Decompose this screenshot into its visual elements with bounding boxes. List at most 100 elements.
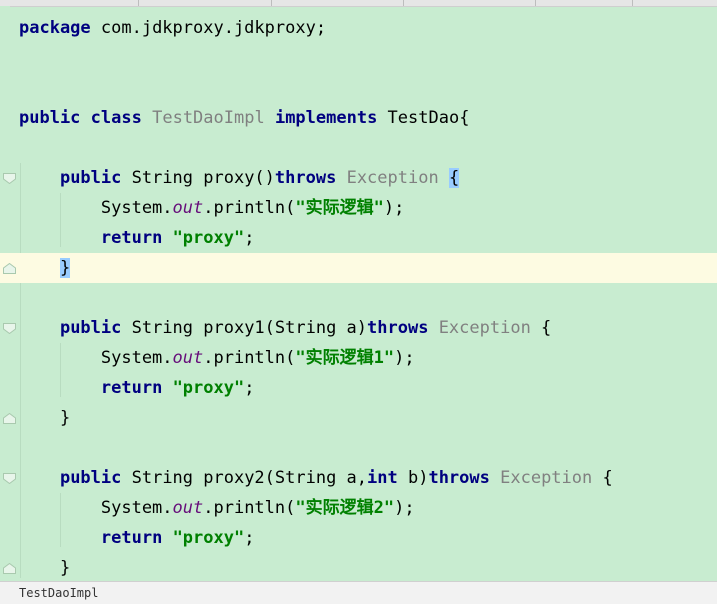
code-token: return	[100, 228, 163, 248]
fold-open-icon[interactable]	[3, 323, 16, 334]
code-token: public	[59, 168, 122, 188]
code-line[interactable]: System.out.println("实际逻辑");	[0, 193, 717, 223]
code-line[interactable]	[0, 283, 717, 313]
code-token: "实际逻辑1"	[295, 348, 395, 368]
code-token: out	[172, 198, 204, 218]
code-token: throws	[274, 168, 337, 188]
code-text: public String proxy1(String a)throws Exc…	[19, 313, 551, 343]
code-editor[interactable]: package com.jdkproxy.jdkproxy; public cla…	[0, 0, 717, 604]
code-token: }	[19, 558, 71, 578]
code-text: System.out.println("实际逻辑");	[19, 193, 404, 223]
code-token: Exception	[500, 468, 593, 488]
code-token: {	[530, 318, 552, 338]
code-token: );	[394, 498, 415, 518]
code-text: }	[19, 553, 70, 583]
code-token: implements	[274, 108, 378, 128]
code-token: return	[100, 528, 163, 548]
code-token: out	[172, 498, 204, 518]
code-text: }	[19, 253, 71, 283]
code-token: .println(	[203, 198, 296, 218]
code-token: {	[592, 468, 613, 488]
code-token: ;	[244, 528, 255, 548]
code-token: String proxy()	[121, 168, 275, 188]
code-token: }	[59, 258, 71, 278]
code-line[interactable]: public String proxy()throws Exception {	[0, 163, 717, 193]
code-token: "proxy"	[172, 378, 245, 398]
code-line[interactable]: System.out.println("实际逻辑1");	[0, 343, 717, 373]
code-text: public String proxy()throws Exception {	[19, 163, 460, 193]
tab-separator	[403, 0, 404, 6]
code-text: return "proxy";	[19, 373, 255, 403]
fold-close-icon[interactable]	[3, 413, 16, 424]
code-token: package	[19, 18, 91, 38]
code-token: TestDao{	[377, 108, 470, 128]
code-text: public class TestDaoImpl implements Test…	[19, 103, 469, 133]
code-line[interactable]: }	[0, 403, 717, 433]
code-line[interactable]	[0, 133, 717, 163]
code-token: out	[172, 348, 204, 368]
code-line[interactable]	[0, 73, 717, 103]
code-text: package com.jdkproxy.jdkproxy;	[19, 13, 326, 43]
code-line[interactable]: }	[0, 553, 717, 583]
code-token: .println(	[203, 348, 296, 368]
code-token: ;	[244, 228, 255, 248]
code-token: "proxy"	[172, 528, 245, 548]
code-token: public	[59, 318, 122, 338]
fold-close-icon[interactable]	[3, 563, 16, 574]
code-token: {	[448, 168, 460, 188]
code-token: .println(	[203, 498, 296, 518]
fold-open-icon[interactable]	[3, 473, 16, 484]
code-token: int	[367, 468, 398, 488]
tab-strip[interactable]	[0, 0, 717, 7]
tab-separator	[271, 0, 272, 6]
fold-open-icon[interactable]	[3, 173, 16, 184]
code-token: return	[100, 378, 163, 398]
code-line[interactable]: public String proxy1(String a)throws Exc…	[0, 313, 717, 343]
code-token: System.	[19, 498, 173, 518]
code-line[interactable]: public class TestDaoImpl implements Test…	[0, 103, 717, 133]
code-token: throws	[428, 468, 490, 488]
code-token: Exception	[438, 318, 531, 338]
code-token: "实际逻辑"	[295, 198, 384, 218]
code-token: }	[19, 408, 71, 428]
code-text: System.out.println("实际逻辑2");	[19, 493, 415, 523]
code-token: );	[394, 348, 415, 368]
code-token: System.	[19, 198, 173, 218]
code-token: public	[59, 468, 122, 488]
code-token: String proxy1(String a)	[121, 318, 368, 338]
tab-separator	[138, 0, 139, 6]
breadcrumb-class[interactable]: TestDaoImpl	[19, 582, 98, 604]
code-token: System.	[19, 348, 173, 368]
code-line[interactable]: return "proxy";	[0, 223, 717, 253]
code-line[interactable]: public String proxy2(String a,int b)thro…	[0, 463, 717, 493]
code-token: Exception	[346, 168, 439, 188]
code-text: return "proxy";	[19, 223, 255, 253]
code-line[interactable]: return "proxy";	[0, 373, 717, 403]
code-token: public	[19, 108, 81, 128]
code-line[interactable]: package com.jdkproxy.jdkproxy;	[0, 13, 717, 43]
tab-separator	[535, 0, 536, 6]
code-line-current[interactable]: }	[0, 253, 717, 283]
code-line[interactable]: return "proxy";	[0, 523, 717, 553]
code-token: "proxy"	[172, 228, 245, 248]
status-bar: TestDaoImpl	[0, 581, 717, 604]
code-line[interactable]	[0, 43, 717, 73]
code-line[interactable]: System.out.println("实际逻辑2");	[0, 493, 717, 523]
code-token: );	[383, 198, 405, 218]
fold-close-icon[interactable]	[3, 263, 16, 274]
code-line[interactable]	[0, 433, 717, 463]
code-text: }	[19, 403, 70, 433]
